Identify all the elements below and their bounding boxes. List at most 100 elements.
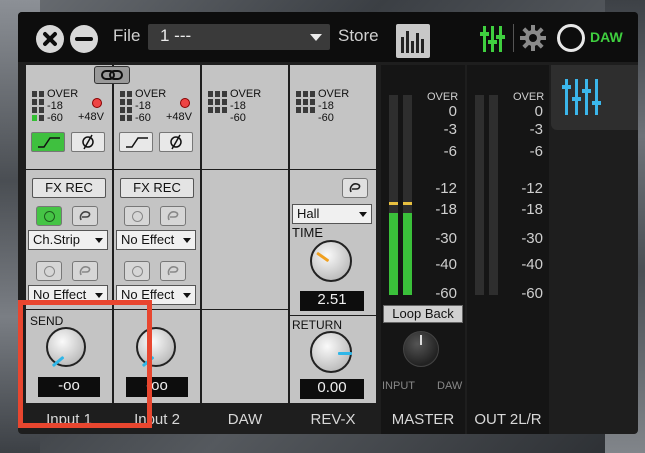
power-icon	[44, 211, 55, 222]
peak-hold-right	[403, 202, 412, 205]
phantom-led	[180, 98, 190, 108]
reverb-type-select[interactable]: Hall	[292, 204, 372, 224]
effect-select-2[interactable]: No Effect	[28, 285, 108, 305]
return-knob[interactable]	[310, 331, 352, 373]
fx-rec-button[interactable]: FX REC	[32, 178, 106, 198]
section-divider	[202, 309, 288, 310]
time-label: TIME	[292, 225, 324, 240]
chevron-down-icon	[95, 293, 103, 298]
edit-icon	[79, 266, 91, 276]
phase-button[interactable]	[159, 132, 193, 152]
chevron-down-icon	[183, 238, 191, 243]
section-divider	[26, 169, 112, 170]
reverb-edit-button[interactable]	[342, 178, 368, 198]
edit-icon	[349, 183, 361, 193]
edit-icon	[167, 266, 179, 276]
level-meter-right	[222, 91, 227, 115]
effect-select-value: No Effect	[121, 287, 175, 302]
monitor-mix-knob[interactable]	[403, 331, 439, 367]
send-value: -oo	[38, 377, 100, 397]
power-button[interactable]	[36, 206, 62, 226]
channel-name-out: OUT 2L/R	[474, 411, 542, 428]
send-label: SEND	[30, 314, 64, 328]
master-scale-over: OVER	[427, 91, 459, 103]
return-value: 0.00	[300, 379, 364, 399]
power-button-2[interactable]	[36, 261, 62, 281]
level-meter-left	[32, 91, 37, 123]
stereo-link-button[interactable]	[94, 66, 130, 84]
peak-hold-left	[389, 202, 398, 205]
edit-button-2[interactable]	[72, 261, 98, 281]
knob-indicator	[51, 355, 65, 368]
reverb-type-value: Hall	[297, 206, 320, 221]
level-meter-right	[127, 91, 132, 123]
meter-scale: OVER -18 -60	[135, 88, 167, 124]
channel-strip-input-2: OVER -18 -60 +48V FX REC No Effect No Effe…	[114, 65, 200, 403]
time-knob[interactable]	[310, 240, 352, 282]
effect-select-1[interactable]: No Effect	[116, 230, 196, 250]
preset-value: 1 ---	[160, 26, 192, 45]
edit-button[interactable]	[72, 206, 98, 226]
meter-scale: OVER -18 -60	[230, 88, 262, 124]
master-scale-0: 0	[448, 103, 457, 120]
master-scale-6: -6	[443, 143, 457, 160]
edit-button-2[interactable]	[160, 261, 186, 281]
master-scale-30: -30	[435, 230, 457, 247]
master-scale-12: -12	[435, 180, 457, 197]
daw-label: DAW	[590, 29, 623, 45]
minus-icon	[75, 37, 93, 41]
toolbar-divider	[513, 24, 514, 52]
fx-rec-button[interactable]: FX REC	[120, 178, 194, 198]
mix-daw-label: DAW	[437, 380, 463, 392]
mixer-icon	[559, 75, 603, 119]
edit-button[interactable]	[160, 206, 186, 226]
out-scale-60: -60	[521, 285, 543, 302]
section-divider	[114, 309, 200, 310]
phantom-label: +48V	[78, 111, 104, 123]
send-knob[interactable]	[136, 327, 176, 368]
meter-view-button[interactable]	[396, 24, 430, 58]
send-knob[interactable]	[46, 327, 86, 368]
level-meter-right	[39, 91, 44, 123]
mix-input-label: INPUT	[382, 380, 415, 392]
phantom-led	[92, 98, 102, 108]
phase-button[interactable]	[71, 132, 105, 152]
out-scale-over: OVER	[513, 91, 545, 103]
hpf-icon	[38, 137, 60, 148]
master-section: OVER 0 -3 -6 -12 -18 -30 -40 -60 Loop Ba…	[381, 65, 465, 434]
out-meter-right	[489, 95, 498, 295]
hpf-icon	[126, 137, 148, 148]
mixer-tab[interactable]	[551, 65, 638, 130]
channel-name-rev-x: REV-X	[310, 411, 356, 428]
file-label: File	[113, 26, 141, 45]
level-meter-left	[208, 91, 213, 115]
time-value: 2.51	[300, 291, 364, 311]
section-divider	[114, 169, 200, 170]
meter-scale: OVER -18 -60	[318, 88, 350, 124]
preset-select[interactable]: 1 ---	[148, 24, 330, 50]
chevron-down-icon	[359, 212, 367, 217]
hpf-button[interactable]	[31, 132, 65, 152]
phase-icon	[170, 134, 182, 150]
edit-icon	[79, 211, 91, 221]
master-scale-40: -40	[435, 256, 457, 273]
close-button[interactable]	[36, 25, 64, 53]
chevron-down-icon	[95, 238, 103, 243]
minimize-button[interactable]	[70, 25, 98, 53]
daw-toggle[interactable]	[557, 24, 585, 52]
power-button[interactable]	[124, 206, 150, 226]
effect-select-1[interactable]: Ch.Strip	[28, 230, 108, 250]
effect-select-2[interactable]: No Effect	[116, 285, 196, 305]
out-scale-3: -3	[529, 121, 543, 138]
loop-back-button[interactable]: Loop Back	[383, 305, 463, 323]
store-button[interactable]: Store	[338, 26, 379, 46]
hpf-button[interactable]	[119, 132, 153, 152]
knob-indicator	[141, 355, 155, 368]
power-button-2[interactable]	[124, 261, 150, 281]
top-bar: File 1 --- Store DAW	[18, 12, 638, 62]
effect-select-value: No Effect	[33, 287, 87, 302]
channel-name-master: MASTER	[391, 411, 455, 428]
channel-name-input-2: Input 2	[134, 411, 180, 428]
gear-icon[interactable]	[520, 25, 546, 51]
mixer-icon[interactable]	[480, 26, 506, 52]
